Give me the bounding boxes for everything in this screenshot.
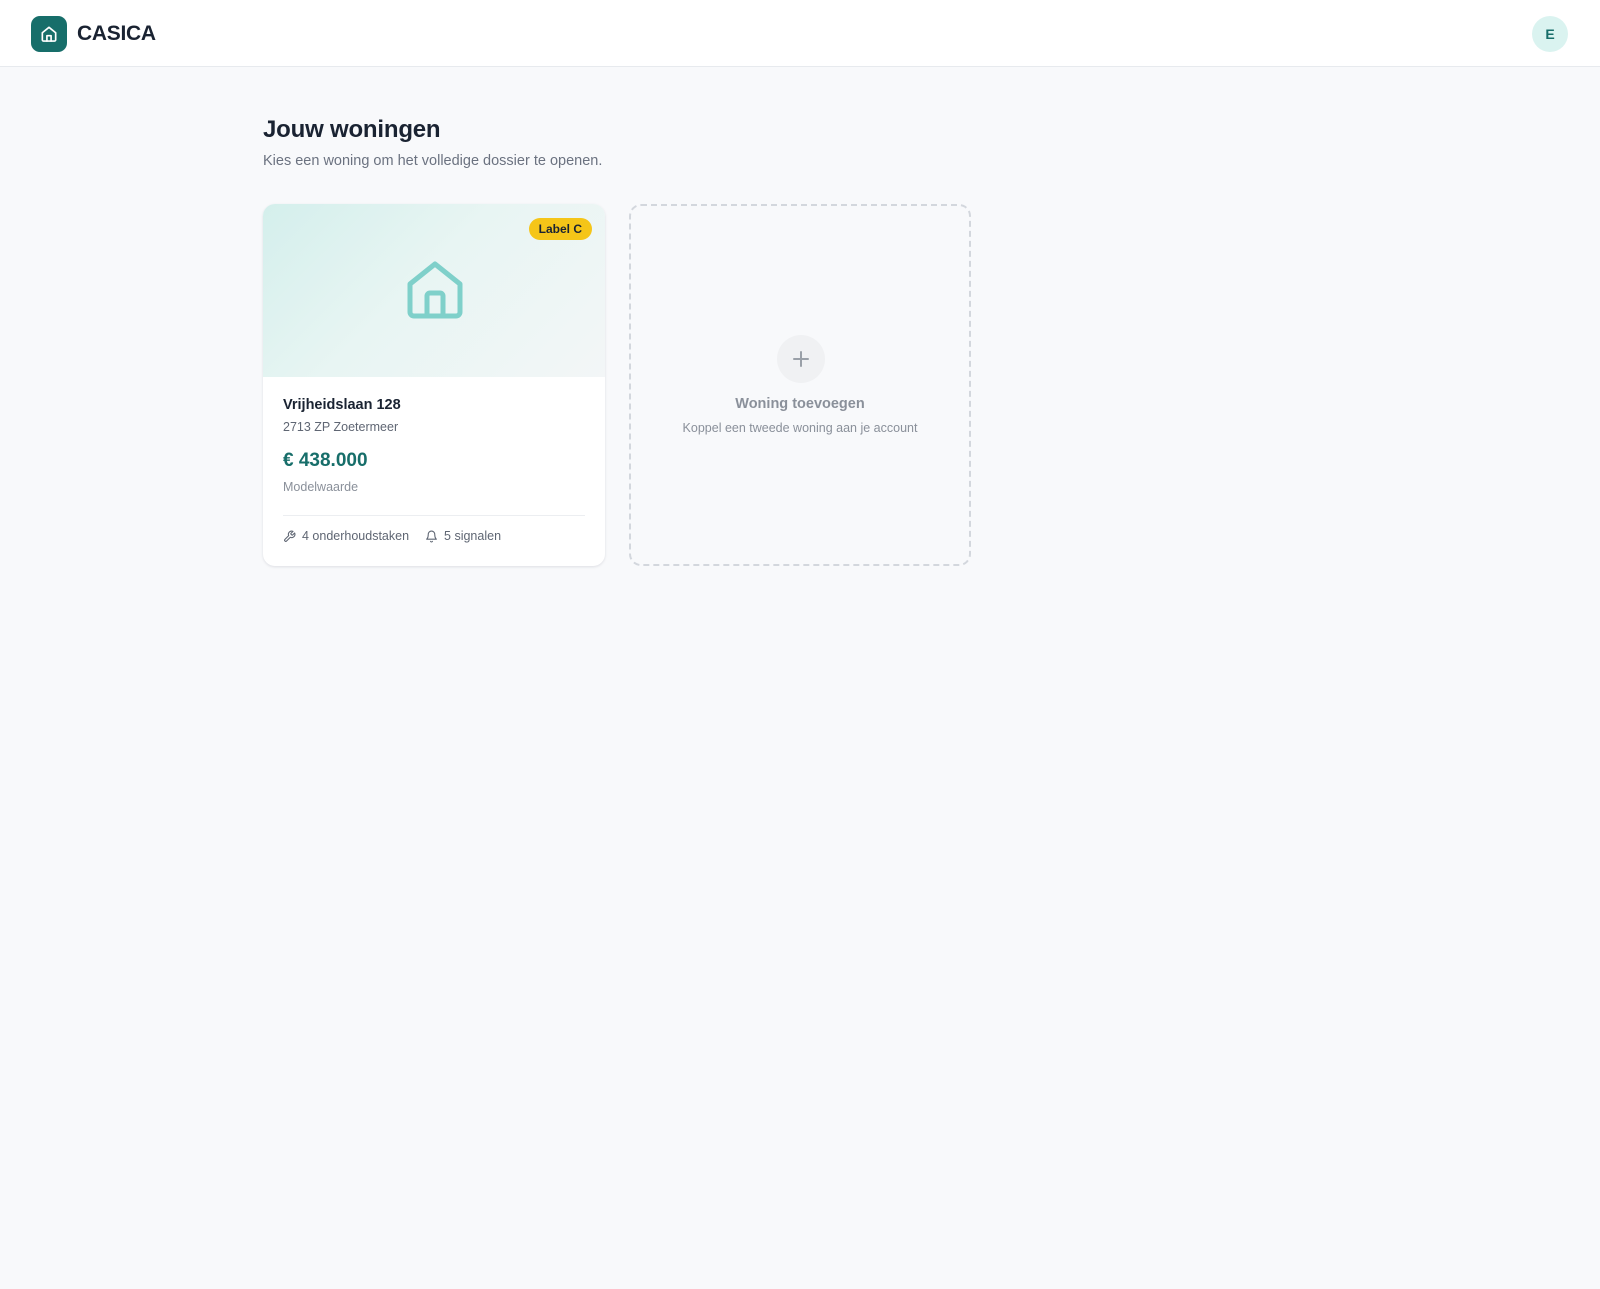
card-divider: [283, 515, 585, 516]
maintenance-tasks-label: 4 onderhoudstaken: [302, 529, 410, 543]
page-title: Jouw woningen: [263, 116, 441, 143]
signals: 5 signalen: [425, 529, 501, 543]
add-property-subtitle: Koppel een tweede woning aan je account: [682, 421, 918, 435]
energy-label-badge: Label C: [528, 218, 592, 240]
property-street: Vrijheidslaan 128: [283, 397, 401, 413]
property-price-caption: Modelwaarde: [283, 480, 359, 494]
wrench-icon: [283, 530, 296, 543]
home-icon: [407, 261, 463, 319]
home-icon: [31, 16, 67, 52]
add-property-card[interactable]: Woning toevoegen Koppel een tweede wonin…: [629, 204, 971, 566]
property-price: € 438.000: [283, 450, 368, 471]
property-card-hero: Label C: [263, 204, 605, 377]
brand-name: CASICA: [77, 22, 156, 45]
top-bar: CASICA E: [0, 0, 1600, 67]
plus-icon: [777, 335, 825, 383]
add-property-title: Woning toevoegen: [735, 396, 865, 412]
page-subtitle: Kies een woning om het volledige dossier…: [263, 153, 603, 169]
property-meta: 4 onderhoudstaken 5 signalen: [283, 529, 501, 543]
property-city: 2713 ZP Zoetermeer: [283, 420, 399, 434]
bell-icon: [425, 530, 438, 543]
property-card[interactable]: Label C Vrijheidslaan 128 2713 ZP Zoeter…: [263, 204, 605, 566]
maintenance-tasks: 4 onderhoudstaken: [283, 529, 409, 543]
user-avatar[interactable]: E: [1532, 16, 1568, 52]
signals-label: 5 signalen: [444, 529, 502, 543]
brand-logo-link[interactable]: CASICA: [31, 16, 156, 52]
